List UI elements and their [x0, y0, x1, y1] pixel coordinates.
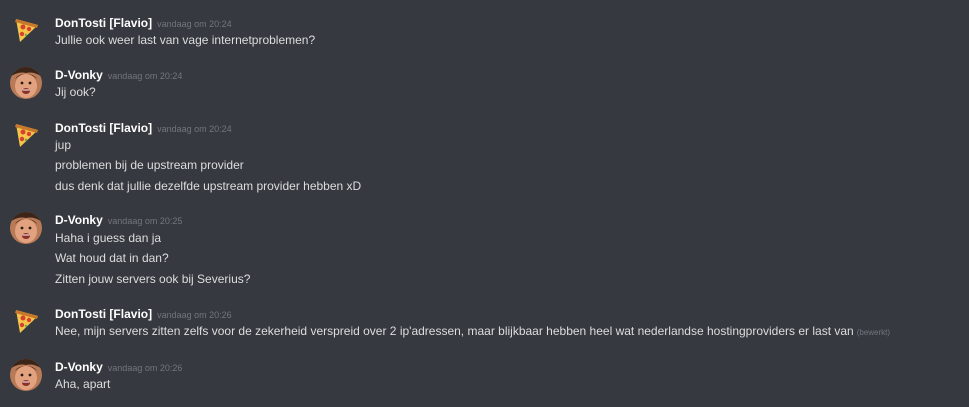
username[interactable]: D-Vonky — [55, 213, 103, 227]
message-header: DonTosti [Flavio] vandaag om 20:24 — [55, 15, 232, 31]
message-text: problemen bij de upstream provider — [55, 158, 244, 172]
username[interactable]: DonTosti [Flavio] — [55, 16, 152, 30]
edited-label: (bewerkt) — [856, 328, 891, 337]
message-text: Aha, apart — [55, 377, 111, 391]
message-header: D-Vonky vandaag om 20:26 — [55, 359, 182, 375]
face-avatar[interactable] — [10, 359, 42, 391]
message-text: Jullie ook weer last van vage internetpr… — [55, 33, 316, 47]
timestamp: vandaag om 20:25 — [107, 216, 183, 226]
face-avatar[interactable] — [10, 212, 42, 244]
message-header: DonTosti [Flavio] vandaag om 20:24 — [55, 120, 232, 136]
message-header: D-Vonky vandaag om 20:24 — [55, 67, 182, 83]
message-text: jup — [55, 138, 72, 152]
username[interactable]: D-Vonky — [55, 68, 103, 82]
pizza-icon[interactable] — [10, 306, 42, 338]
message-text: Zitten jouw servers ook bij Severius? — [55, 272, 251, 286]
chat-messages: DonTosti [Flavio] vandaag om 20:24 Jullie… — [0, 0, 969, 407]
timestamp: vandaag om 20:26 — [157, 310, 232, 320]
message-text: dus denk dat jullie dezelfde upstream pr… — [55, 179, 362, 193]
message-header: DonTosti [Flavio] vandaag om 20:26 — [55, 306, 232, 322]
timestamp: vandaag om 20:26 — [107, 363, 183, 373]
timestamp: vandaag om 20:24 — [157, 19, 232, 29]
message-text: Wat houd dat in dan? — [55, 251, 169, 265]
pizza-icon[interactable] — [10, 15, 42, 47]
message-text: Nee, mijn servers zitten zelfs voor de z… — [55, 324, 854, 338]
message-header: D-Vonky vandaag om 20:25 — [55, 212, 182, 228]
message-text: Jij ook? — [55, 85, 96, 99]
timestamp: vandaag om 20:24 — [157, 124, 232, 134]
message-text: Haha i guess dan ja — [55, 231, 162, 245]
pizza-icon[interactable] — [10, 120, 42, 152]
username[interactable]: D-Vonky — [55, 360, 103, 374]
username[interactable]: DonTosti [Flavio] — [55, 307, 152, 321]
face-avatar[interactable] — [10, 67, 42, 99]
timestamp: vandaag om 20:24 — [107, 71, 183, 81]
message-text-row: Nee, mijn servers zitten zelfs voor de z… — [55, 323, 890, 341]
username[interactable]: DonTosti [Flavio] — [55, 121, 152, 135]
